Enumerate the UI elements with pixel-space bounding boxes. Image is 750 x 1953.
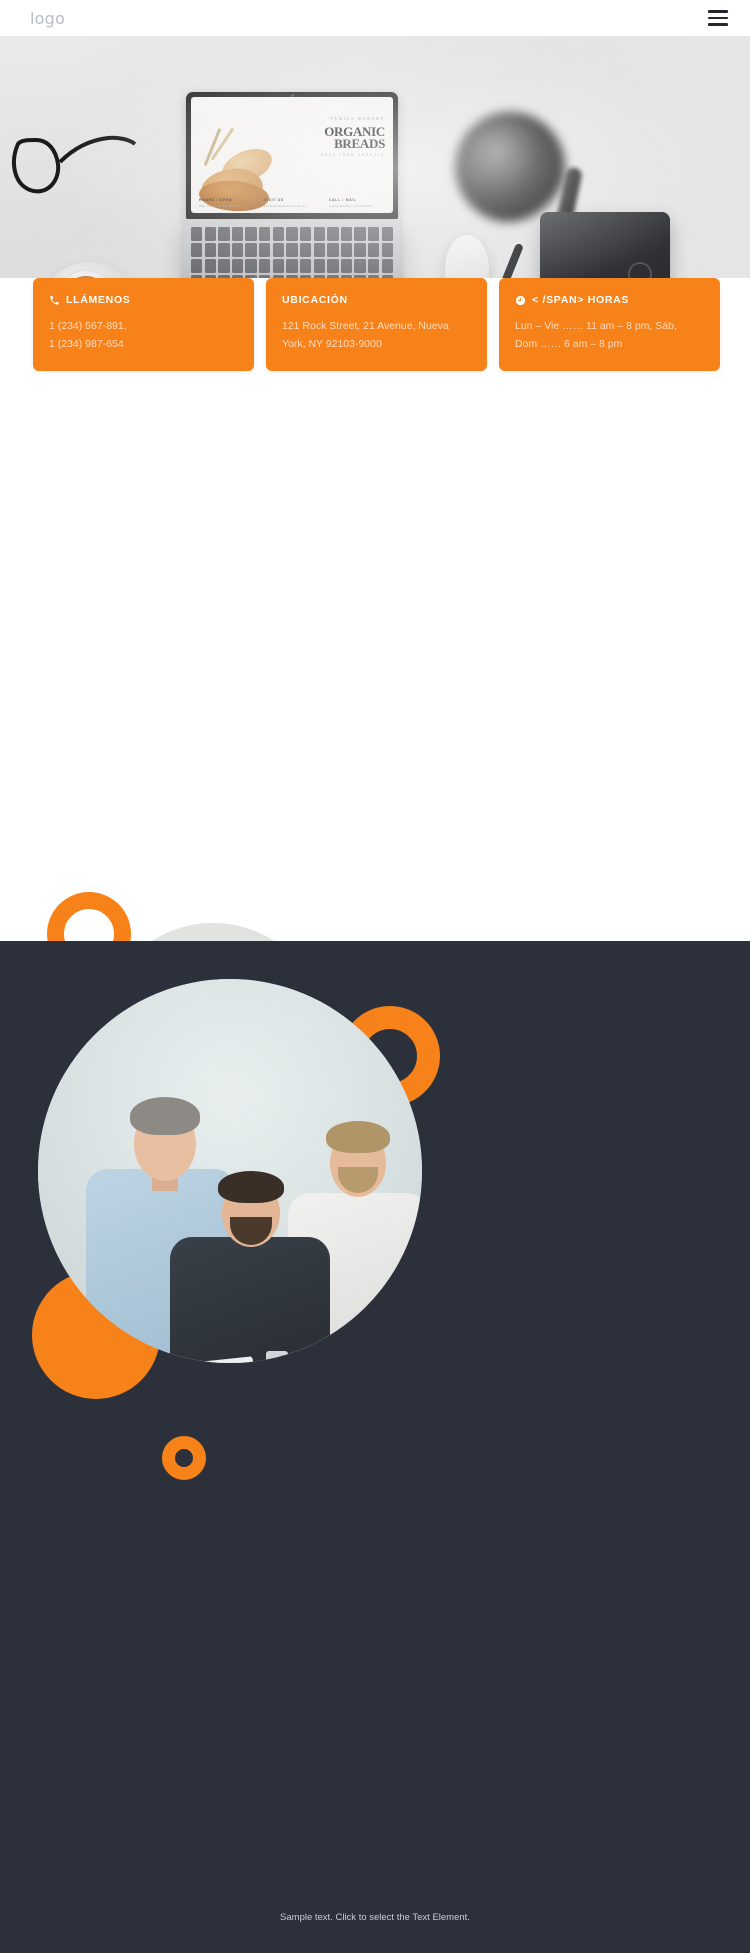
burger-bar	[708, 23, 728, 26]
info-card-line: 121 Rock Street, 21 Avenue, Nueva	[282, 320, 449, 332]
info-card-line: 1 (234) 567-891,	[49, 320, 127, 332]
ad-subtitle: BEST FROM CEREALS	[321, 153, 385, 157]
phone-icon	[50, 295, 59, 305]
hamburger-menu-icon[interactable]	[708, 10, 728, 26]
info-cards-strip: LLÁMENOS 1 (234) 567-891, 1 (234) 987-65…	[0, 278, 750, 371]
bread-photo	[195, 123, 287, 213]
info-card-hours[interactable]: < /SPAN> HORAS Lun – Vie …… 11 am – 8 pm…	[499, 278, 720, 371]
info-card-line: 1 (234) 987-654	[49, 338, 124, 350]
footer-text: Sample text. Click to select the Text El…	[280, 1911, 470, 1923]
eyeglasses-decoration	[12, 135, 137, 194]
info-card-title: < /SPAN> HORAS	[532, 294, 630, 306]
site-footer: Sample text. Click to select the Text El…	[0, 1881, 750, 1953]
team-photo	[38, 979, 422, 1363]
contact-section: & a b c d HappyDay! a GRILLEDGREENS -30%…	[0, 371, 750, 1270]
ad-columns: HOURS / OPEN Mon - Fri 8 to 19 Saturday 9…	[199, 197, 373, 208]
ad-kicker: FAMILY BAKERY	[330, 117, 385, 121]
info-card-location[interactable]: UBICACIÓN 121 Rock Street, 21 Avenue, Nu…	[266, 278, 487, 371]
info-card-line: York, NY 92103-9000	[282, 338, 382, 350]
water-glass-decoration	[266, 1351, 288, 1363]
info-card-line: Lun – Vie …… 11 am – 8 pm, Sáb,	[515, 320, 677, 332]
desk-lamp-decoration	[455, 112, 565, 222]
info-card-call[interactable]: LLÁMENOS 1 (234) 567-891, 1 (234) 987-65…	[33, 278, 254, 371]
clock-icon	[515, 295, 526, 305]
info-card-title: UBICACIÓN	[282, 294, 348, 306]
burger-bar	[708, 10, 728, 13]
burger-bar	[708, 16, 728, 20]
site-header: logo	[0, 0, 750, 37]
info-card-title: LLÁMENOS	[66, 294, 131, 306]
info-card-line: Dom …… 6 am – 8 pm	[515, 338, 623, 350]
ad-title: ORGANIC BREADS	[324, 124, 385, 151]
orange-ring-decoration-small	[162, 1436, 206, 1480]
logo[interactable]: logo	[30, 9, 65, 28]
lamp-stem-decoration	[552, 166, 584, 238]
newsletter-section: Suscríbase a nuestro boletín Name Email …	[0, 941, 750, 1953]
